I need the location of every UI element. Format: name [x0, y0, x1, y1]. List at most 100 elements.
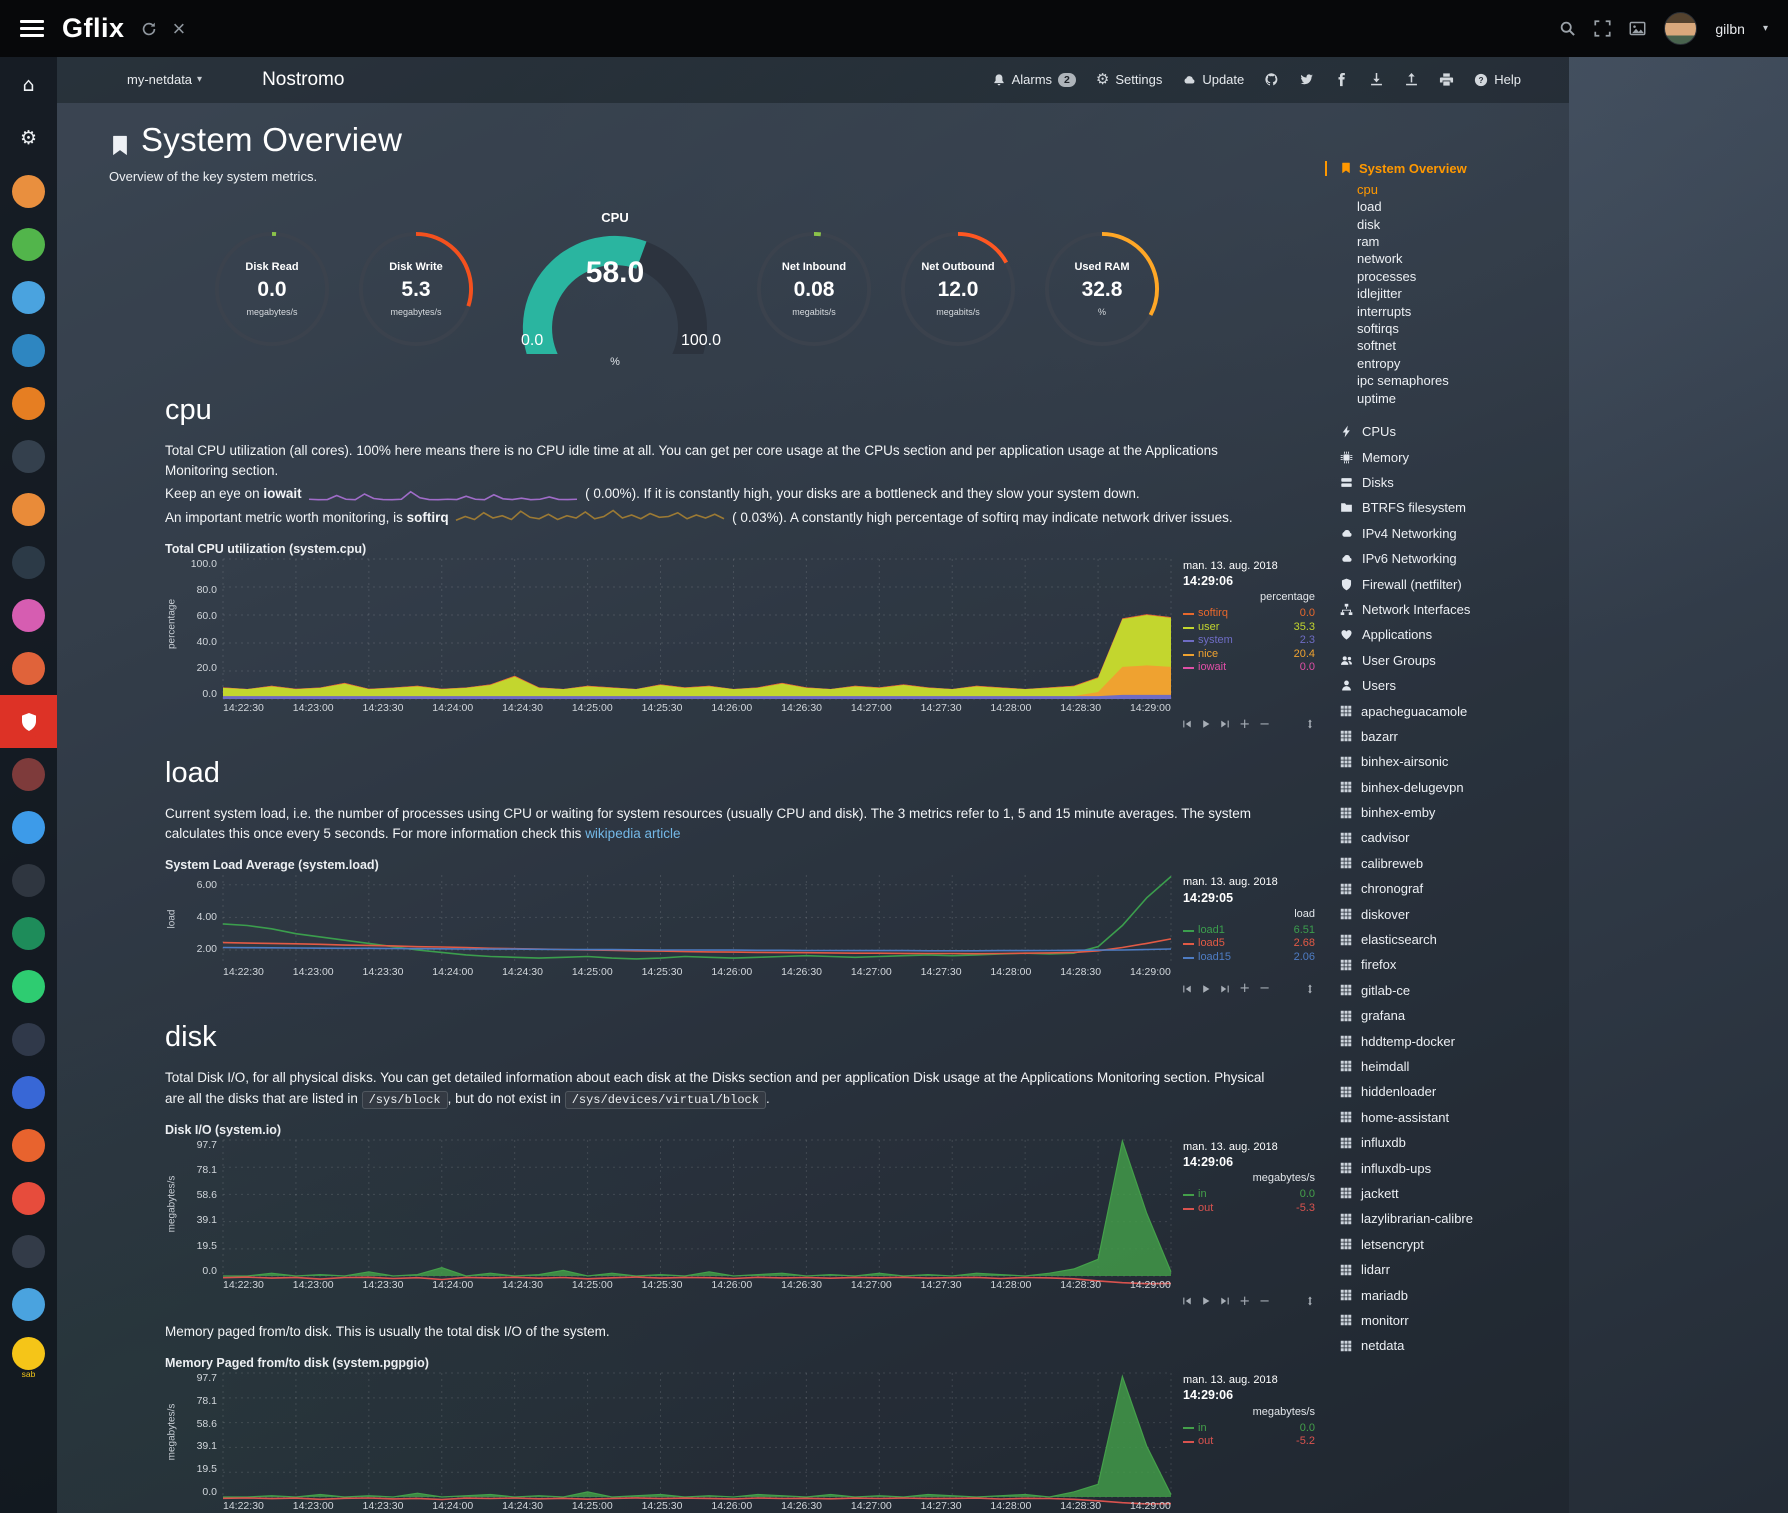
- toc-app[interactable]: binhex-airsonic: [1325, 749, 1569, 774]
- toc-section[interactable]: Disks: [1325, 470, 1569, 495]
- toc-app[interactable]: diskover: [1325, 901, 1569, 926]
- toc-app[interactable]: gitlab-ce: [1325, 978, 1569, 1003]
- pan-left-icon[interactable]: [1182, 984, 1192, 994]
- gauge-net-outbound[interactable]: Net Outbound12.0megabits/s: [899, 230, 1017, 348]
- toc-section[interactable]: IPv4 Networking: [1325, 521, 1569, 546]
- toc-subitem[interactable]: load: [1357, 198, 1569, 215]
- toc-app[interactable]: firefox: [1325, 952, 1569, 977]
- sidebar-app-icon[interactable]: [0, 642, 57, 695]
- toc-subitem[interactable]: cpu: [1357, 181, 1569, 198]
- sidebar-app-icon[interactable]: [0, 960, 57, 1013]
- toc-system-overview[interactable]: System Overview: [1325, 161, 1569, 176]
- toc-subitem[interactable]: network: [1357, 250, 1569, 267]
- fullscreen-icon[interactable]: [1594, 20, 1611, 37]
- legend-item[interactable]: iowait 0.0: [1183, 661, 1317, 675]
- toc-app[interactable]: home-assistant: [1325, 1105, 1569, 1130]
- netdata-instance-menu[interactable]: my-netdata▾: [127, 72, 202, 87]
- toc-subitem[interactable]: disk: [1357, 216, 1569, 233]
- pan-left-icon[interactable]: [1182, 719, 1192, 729]
- toc-app[interactable]: heimdall: [1325, 1054, 1569, 1079]
- facebook-icon[interactable]: [1334, 72, 1349, 87]
- plot-area[interactable]: 14:22:3014:23:0014:23:3014:24:0014:24:30…: [223, 1140, 1171, 1292]
- sidebar-app-icon[interactable]: [0, 854, 57, 907]
- legend-item[interactable]: in 0.0: [1183, 1422, 1317, 1436]
- help-button[interactable]: Help: [1474, 72, 1521, 87]
- resize-handle-icon[interactable]: [1305, 984, 1315, 994]
- toc-section[interactable]: Users: [1325, 673, 1569, 698]
- gauge-disk-write[interactable]: Disk Write5.3megabytes/s: [357, 230, 475, 348]
- toc-section[interactable]: BTRFS filesystem: [1325, 495, 1569, 520]
- menu-icon[interactable]: [20, 20, 44, 37]
- wikipedia-link[interactable]: wikipedia article: [585, 826, 680, 841]
- toc-subitem[interactable]: ram: [1357, 233, 1569, 250]
- legend-item[interactable]: system 2.3: [1183, 634, 1317, 648]
- play-icon[interactable]: [1201, 984, 1211, 994]
- toc-app[interactable]: calibreweb: [1325, 851, 1569, 876]
- plot-area[interactable]: 14:22:3014:23:0014:23:3014:24:0014:24:30…: [223, 559, 1171, 715]
- zoom-out-icon[interactable]: −: [1259, 1295, 1270, 1308]
- github-icon[interactable]: [1264, 72, 1279, 87]
- gauge-cpu[interactable]: CPU 58.0 0.0 100.0 %: [509, 210, 721, 368]
- gauge-disk-read[interactable]: Disk Read0.0megabytes/s: [213, 230, 331, 348]
- gauge-net-inbound[interactable]: Net Inbound0.08megabits/s: [755, 230, 873, 348]
- toc-app[interactable]: lazylibrarian-calibre: [1325, 1206, 1569, 1231]
- search-icon[interactable]: [1559, 20, 1576, 37]
- toc-app[interactable]: influxdb: [1325, 1130, 1569, 1155]
- update-button[interactable]: Update: [1182, 72, 1244, 87]
- toc-subitem[interactable]: ipc semaphores: [1357, 372, 1569, 389]
- sidebar-app-icon[interactable]: [0, 1013, 57, 1066]
- zoom-in-icon[interactable]: +: [1239, 982, 1250, 995]
- gauge-used-ram[interactable]: Used RAM32.8%: [1043, 230, 1161, 348]
- resize-handle-icon[interactable]: [1305, 719, 1315, 729]
- zoom-out-icon[interactable]: −: [1259, 982, 1270, 995]
- twitter-icon[interactable]: [1299, 72, 1314, 87]
- zoom-in-icon[interactable]: +: [1239, 718, 1250, 731]
- toc-app[interactable]: mariadb: [1325, 1282, 1569, 1307]
- settings-button[interactable]: ⚙ Settings: [1096, 72, 1162, 87]
- pan-right-icon[interactable]: [1220, 984, 1230, 994]
- legend-item[interactable]: nice 20.4: [1183, 648, 1317, 662]
- sidebar-app-icon[interactable]: sab: [0, 1331, 57, 1384]
- legend-item[interactable]: out -5.2: [1183, 1435, 1317, 1449]
- toc-section[interactable]: User Groups: [1325, 648, 1569, 673]
- play-icon[interactable]: [1201, 1296, 1211, 1306]
- legend-item[interactable]: out -5.3: [1183, 1202, 1317, 1216]
- upload-icon[interactable]: [1404, 72, 1419, 87]
- sidebar-app-icon[interactable]: [0, 271, 57, 324]
- toc-app[interactable]: apacheguacamole: [1325, 698, 1569, 723]
- pan-left-icon[interactable]: [1182, 1296, 1192, 1306]
- legend-item[interactable]: load1 6.51: [1183, 924, 1317, 938]
- avatar[interactable]: [1664, 12, 1697, 45]
- toc-section[interactable]: IPv6 Networking: [1325, 546, 1569, 571]
- toc-subitem[interactable]: entropy: [1357, 355, 1569, 372]
- sidebar-app-icon[interactable]: [0, 1066, 57, 1119]
- toc-app[interactable]: jackett: [1325, 1181, 1569, 1206]
- toc-app[interactable]: bazarr: [1325, 724, 1569, 749]
- toc-subitem[interactable]: uptime: [1357, 390, 1569, 407]
- pan-right-icon[interactable]: [1220, 719, 1230, 729]
- toc-app[interactable]: letsencrypt: [1325, 1232, 1569, 1257]
- toc-subitem[interactable]: softnet: [1357, 337, 1569, 354]
- toc-section[interactable]: CPUs: [1325, 419, 1569, 444]
- toc-app[interactable]: lidarr: [1325, 1257, 1569, 1282]
- toc-section[interactable]: Memory: [1325, 444, 1569, 469]
- legend-item[interactable]: in 0.0: [1183, 1188, 1317, 1202]
- toc-section[interactable]: Applications: [1325, 622, 1569, 647]
- sidebar-app-icon[interactable]: [0, 377, 57, 430]
- pan-right-icon[interactable]: [1220, 1296, 1230, 1306]
- legend-item[interactable]: softirq 0.0: [1183, 607, 1317, 621]
- toc-app[interactable]: netdata: [1325, 1333, 1569, 1358]
- toc-app[interactable]: cadvisor: [1325, 825, 1569, 850]
- sidebar-app-icon[interactable]: [0, 483, 57, 536]
- background-image-icon[interactable]: [1629, 20, 1646, 37]
- download-icon[interactable]: [1369, 72, 1384, 87]
- sidebar-app-icon[interactable]: ⌂: [0, 59, 57, 112]
- toc-app[interactable]: hiddenloader: [1325, 1079, 1569, 1104]
- sidebar-app-icon[interactable]: ⚙: [0, 112, 57, 165]
- plot-area[interactable]: 14:22:3014:23:0014:23:3014:24:0014:24:30…: [223, 875, 1171, 979]
- refresh-icon[interactable]: [141, 21, 157, 37]
- sidebar-app-icon[interactable]: [0, 536, 57, 589]
- sidebar-app-icon[interactable]: [0, 801, 57, 854]
- print-icon[interactable]: [1439, 72, 1454, 87]
- toc-section[interactable]: Firewall (netfilter): [1325, 571, 1569, 596]
